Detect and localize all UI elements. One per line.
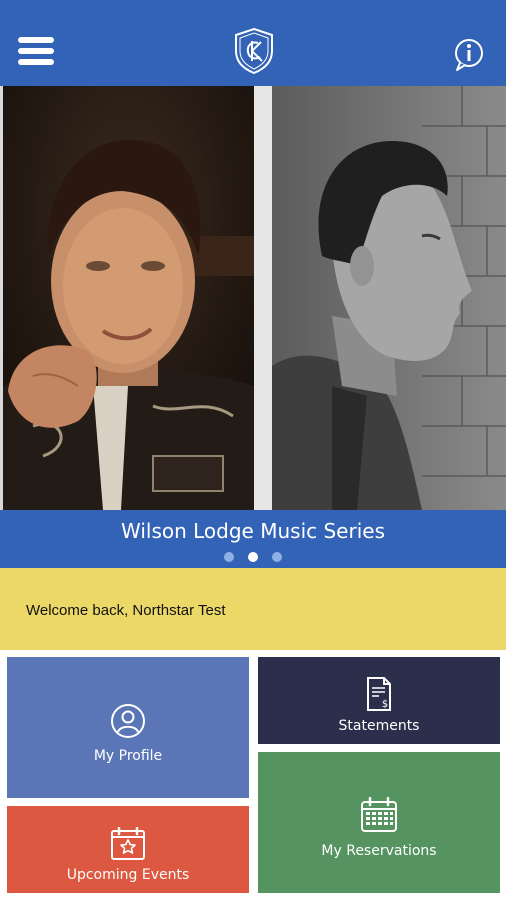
svg-text:$: $ [382, 699, 388, 710]
hamburger-menu-icon[interactable] [18, 37, 54, 71]
welcome-banner: Welcome back, Northstar Test [0, 568, 506, 650]
my-reservations-label: My Reservations [321, 843, 437, 859]
carousel-dot-1[interactable] [224, 552, 234, 562]
carousel-title: Wilson Lodge Music Series [121, 519, 385, 543]
calendar-grid-icon [361, 797, 397, 832]
shield-crest-logo-icon [235, 27, 273, 75]
calendar-star-icon [111, 827, 145, 860]
my-reservations-tile[interactable]: My Reservations [258, 752, 500, 893]
carousel-caption-bar: Wilson Lodge Music Series [0, 510, 506, 568]
welcome-message: Welcome back, Northstar Test [26, 602, 226, 619]
document-dollar-icon: $ [367, 677, 391, 711]
carousel-pagination [0, 552, 506, 562]
my-profile-tile[interactable]: My Profile [7, 657, 249, 798]
info-bubble-icon[interactable] [452, 37, 486, 73]
photo-divider [254, 86, 272, 510]
upcoming-events-label: Upcoming Events [66, 867, 190, 883]
carousel-dot-2[interactable] [248, 552, 258, 562]
carousel-dot-3[interactable] [272, 552, 282, 562]
statements-label: Statements [338, 718, 420, 734]
artist-photo-left [3, 86, 254, 510]
app-header [0, 0, 506, 86]
artist-photo-right [272, 86, 506, 510]
statements-tile[interactable]: $ Statements [258, 657, 500, 744]
my-profile-label: My Profile [93, 748, 163, 764]
hero-carousel[interactable] [0, 86, 506, 510]
user-circle-icon [111, 704, 145, 738]
upcoming-events-tile[interactable]: Upcoming Events [7, 806, 249, 893]
